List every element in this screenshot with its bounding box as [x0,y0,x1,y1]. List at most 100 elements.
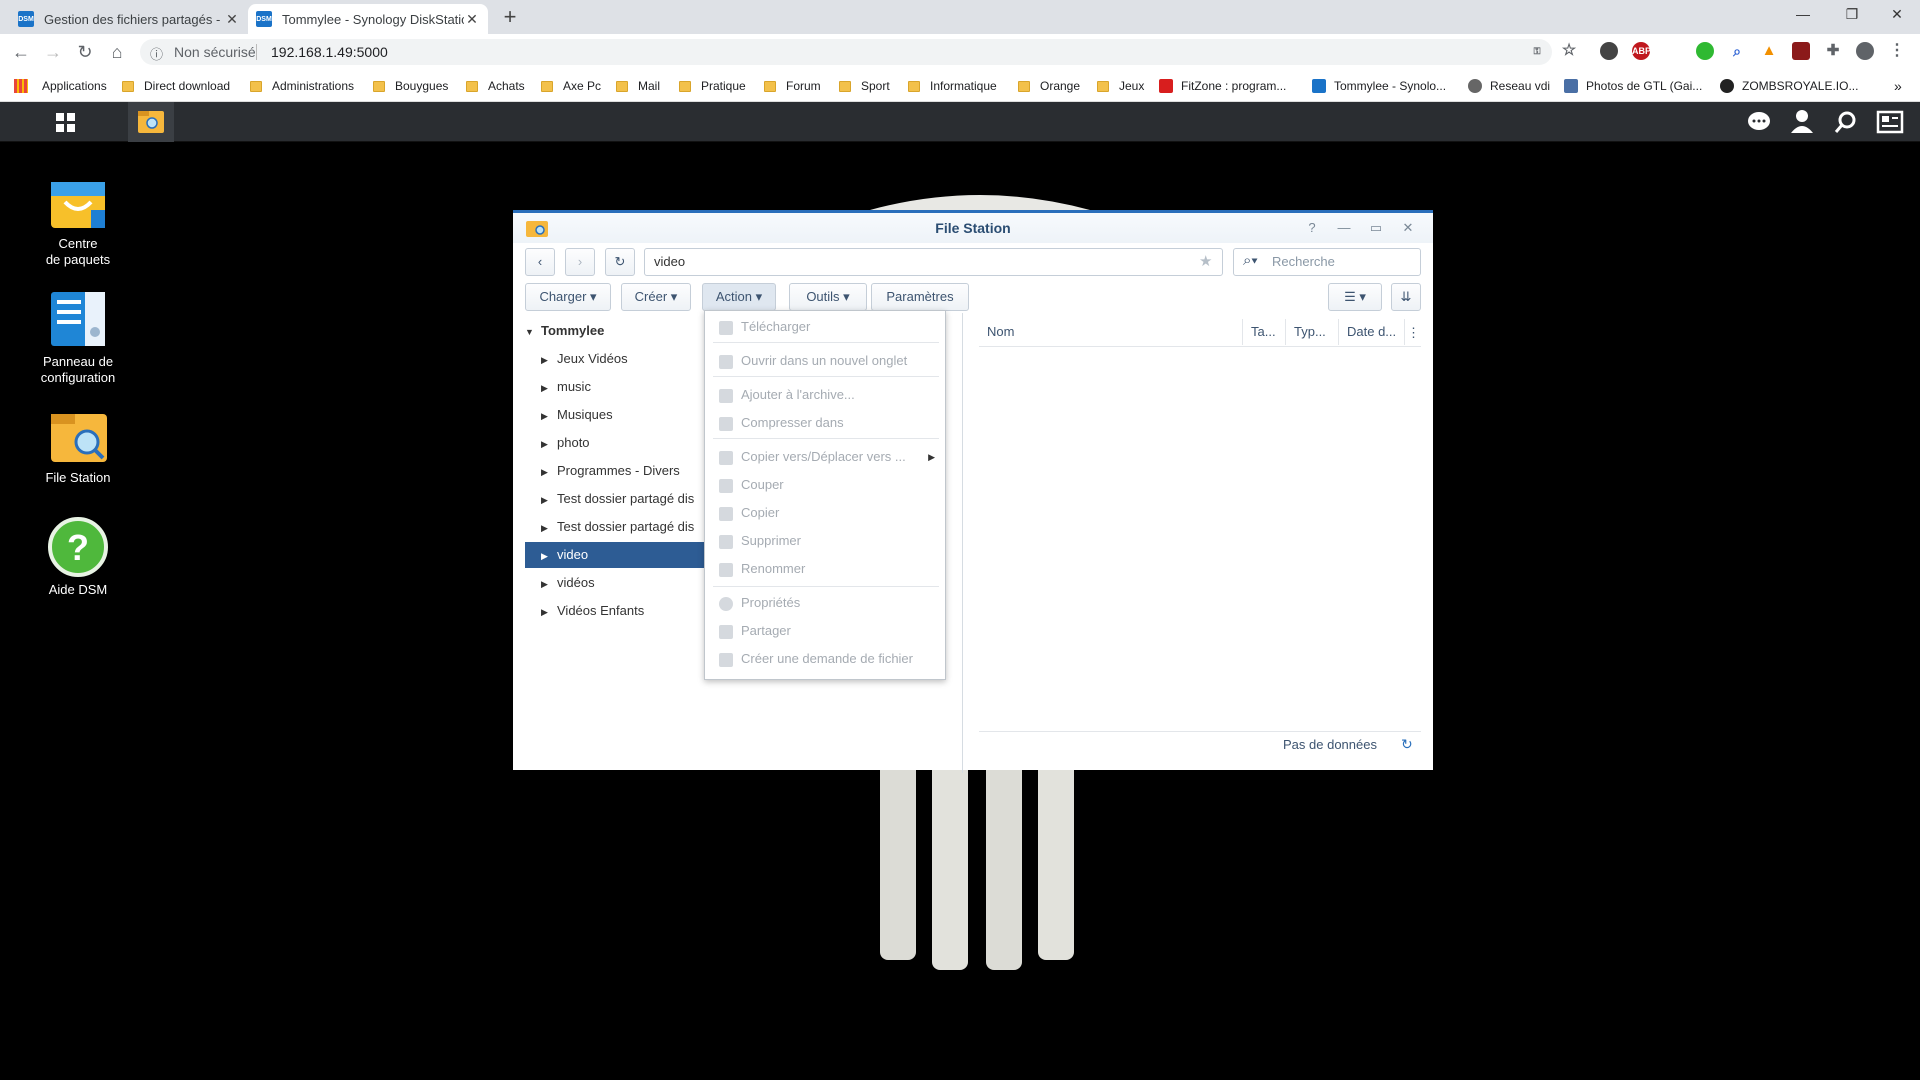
column-header-taille[interactable]: Ta... [1243,319,1286,345]
menu-item-telecharger[interactable]: Télécharger [713,315,939,339]
bookmark-fitzone[interactable]: FitZone : program... [1159,76,1286,96]
browser-tab-2[interactable]: DSM Tommylee - Synology DiskStation ✕ [248,4,488,34]
bookmark-folder[interactable]: Direct download [122,76,230,96]
panel-splitter[interactable] [962,313,963,773]
menu-item-partager[interactable]: Partager [713,619,939,643]
close-window-icon[interactable]: ✕ [1874,0,1920,30]
tree-item[interactable]: ▶ vidéos [525,570,705,596]
bookmark-applications[interactable]: Applications [14,76,107,96]
menu-item-supprimer[interactable]: Supprimer [713,529,939,553]
path-field[interactable]: video [644,248,1223,276]
close-tab-icon[interactable]: ✕ [224,11,240,28]
action-button[interactable]: Action ▾ [702,283,776,311]
maximize-icon[interactable]: ▭ [1367,219,1385,237]
tree-item[interactable]: ▶ Jeux Vidéos [525,346,705,372]
charger-button[interactable]: Charger ▾ [525,283,611,311]
minimize-icon[interactable]: — [1335,219,1353,237]
maximize-window-icon[interactable]: ❐ [1829,0,1875,30]
tree-item[interactable]: ▶ photo [525,430,705,456]
tree-item[interactable]: ▶ Musiques [525,402,705,428]
main-menu-button[interactable] [44,102,88,142]
tree-item[interactable]: ▶ Vidéos Enfants [525,598,705,624]
key-icon[interactable]: ⚿ [1528,42,1546,60]
forward-arrow-icon[interactable]: → [42,41,64,63]
desktop-icon-package-center[interactable]: Centre de paquets [28,170,128,268]
column-header-date[interactable]: Date d... [1339,319,1405,345]
tree-item-selected[interactable]: ▶ video [525,542,705,568]
menu-item-copier[interactable]: Copier [713,501,939,525]
close-icon[interactable]: ✕ [1399,219,1417,237]
bookmark-tommylee[interactable]: Tommylee - Synolo... [1312,76,1446,96]
tree-item[interactable]: ▶ music [525,374,705,400]
bookmark-folder[interactable]: Jeux [1097,76,1144,96]
bookmark-reseau[interactable]: Reseau vdi [1468,76,1550,96]
home-icon[interactable]: ⌂ [106,41,128,63]
bookmark-folder[interactable]: Bouygues [373,76,448,96]
menu-item-demande-fichier[interactable]: Créer une demande de fichier [713,647,939,671]
warning-ext-icon[interactable]: ▲ [1760,42,1778,60]
url-text[interactable]: 192.168.1.49:5000 [271,44,388,60]
chat-icon[interactable] [1740,102,1780,142]
adblock-icon[interactable]: ABP [1632,42,1651,60]
file-station-taskbar-button[interactable] [128,102,174,142]
tree-item[interactable]: ▶ Test dossier partagé dis [525,486,705,512]
menu-item-compresser[interactable]: Compresser dans [713,411,939,435]
browser-tab-1[interactable]: DSM Gestion des fichiers partagés - Pa ✕ [10,4,248,34]
parametres-button[interactable]: Paramètres [871,283,969,311]
search-icon[interactable] [1826,102,1866,142]
bookmark-zombs[interactable]: ZOMBSROYALE.IO... [1720,76,1858,96]
search-input[interactable]: Recherche [1233,248,1421,276]
profile-icon[interactable] [1856,42,1874,60]
green-circle-icon[interactable] [1696,42,1714,60]
tree-root[interactable]: ▼ Tommylee [525,318,705,344]
menu-icon[interactable]: ⋮ [1888,42,1906,60]
favorite-star-icon[interactable]: ★ [1199,252,1212,270]
close-tab-icon[interactable]: ✕ [464,11,480,28]
view-mode-button[interactable]: ☰ ▾ [1328,283,1382,311]
info-icon[interactable]: ⓘ [150,44,163,63]
reload-icon[interactable]: ↻ [74,41,96,63]
widgets-icon[interactable] [1870,102,1910,142]
menu-item-ouvrir-onglet[interactable]: Ouvrir dans un nouvel onglet [713,349,939,373]
forward-button[interactable]: › [565,248,595,276]
user-icon[interactable] [1782,102,1822,142]
extension-dark-icon[interactable] [1600,42,1618,60]
bookmark-folder[interactable]: Achats [466,76,525,96]
bookmark-folder[interactable]: Sport [839,76,890,96]
new-tab-button[interactable]: + [498,6,522,30]
search-ext-icon[interactable]: ⌕ [1728,42,1746,60]
refresh-icon[interactable]: ↻ [1401,736,1413,753]
outils-button[interactable]: Outils ▾ [789,283,867,311]
menu-item-renommer[interactable]: Renommer [713,557,939,581]
bookmark-folder[interactable]: Axe Pc [541,76,601,96]
creer-button[interactable]: Créer ▾ [621,283,691,311]
desktop-icon-file-station[interactable]: File Station [28,404,128,486]
bookmark-folder[interactable]: Informatique [908,76,997,96]
column-header-nom[interactable]: Nom [979,319,1243,345]
bookmark-folder[interactable]: Administrations [250,76,354,96]
menu-item-ajouter-archive[interactable]: Ajouter à l'archive... [713,383,939,407]
sort-button[interactable]: ⇊ [1391,283,1421,311]
star-icon[interactable]: ☆ [1560,42,1578,60]
search-icon[interactable]: ⌕▾ [1243,252,1258,269]
bookmark-folder[interactable]: Forum [764,76,821,96]
column-header-type[interactable]: Typ... [1286,319,1339,345]
puzzle-icon[interactable]: ✚ [1824,42,1842,60]
menu-item-proprietes[interactable]: Propriétés [713,591,939,615]
desktop-icon-dsm-help[interactable]: ? Aide DSM [28,516,128,598]
back-arrow-icon[interactable]: ← [10,41,32,63]
help-icon[interactable]: ? [1303,219,1321,237]
column-menu-icon[interactable]: ⋮ [1407,325,1420,341]
pdf-icon[interactable] [1792,42,1810,60]
back-button[interactable]: ‹ [525,248,555,276]
minimize-window-icon[interactable]: — [1780,0,1826,30]
refresh-button[interactable]: ↻ [605,248,635,276]
bookmark-folder[interactable]: Mail [616,76,660,96]
menu-item-couper[interactable]: Couper [713,473,939,497]
tree-item[interactable]: ▶ Programmes - Divers [525,458,705,484]
bookmark-photos[interactable]: Photos de GTL (Gai... [1564,76,1702,96]
menu-item-copier-deplacer[interactable]: Copier vers/Déplacer vers ... ▶ [713,445,939,469]
bookmark-folder[interactable]: Orange [1018,76,1080,96]
desktop-icon-control-panel[interactable]: Panneau de configuration [28,288,128,386]
bookmark-folder[interactable]: Pratique [679,76,746,96]
